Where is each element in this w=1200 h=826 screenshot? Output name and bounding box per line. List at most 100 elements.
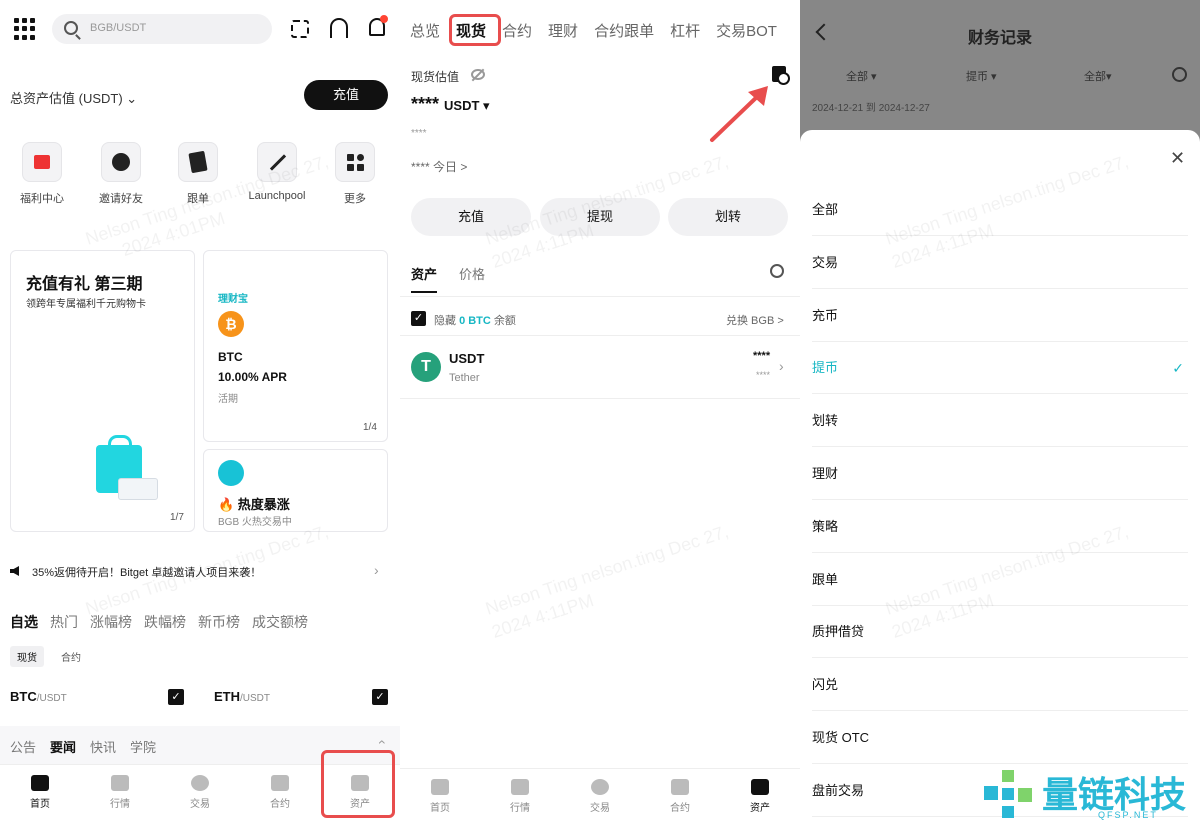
home-icon: [431, 779, 449, 795]
more-icon: [335, 142, 375, 182]
filter-type[interactable]: 全部 ▾: [846, 68, 877, 84]
tab-volume[interactable]: 成交额榜: [252, 612, 308, 632]
financial-records-icon[interactable]: [772, 66, 790, 85]
chevron-right-icon[interactable]: ›: [779, 358, 784, 374]
tab-futures[interactable]: 合约: [502, 20, 532, 41]
filter-option[interactable]: 理财: [812, 448, 1188, 500]
nav-market[interactable]: 行情: [480, 769, 560, 826]
checkbox-btc[interactable]: ✓: [168, 689, 184, 705]
futures-icon: [271, 775, 289, 791]
tab-flash[interactable]: 快讯: [90, 737, 116, 756]
promo-page-indicator: 1/7: [170, 512, 184, 523]
watermark: Nelson Ting nelson.ting Dec 27,: [482, 521, 731, 619]
filter-option[interactable]: 现货 OTC: [812, 712, 1188, 764]
chevron-right-icon[interactable]: ›: [374, 562, 379, 578]
filter-currency[interactable]: 提币 ▾: [966, 68, 997, 84]
subtab-spot[interactable]: 现货: [10, 646, 44, 667]
shortcut-more[interactable]: 更多: [323, 142, 387, 206]
shortcut-invite[interactable]: 邀请好友: [89, 142, 153, 206]
tab-academy[interactable]: 学院: [130, 737, 156, 756]
filter-option[interactable]: 提币 ✓: [812, 342, 1188, 395]
close-icon[interactable]: ✕: [1170, 148, 1185, 169]
promo-subtitle: 领跨年专属福利千元购物卡: [26, 299, 146, 310]
tab-bot[interactable]: 交易BOT: [716, 20, 777, 41]
hide-zero-balance-label: 隐藏 0 BTC 余额: [434, 312, 516, 328]
tab-assets[interactable]: 资产: [411, 264, 437, 283]
tab-losers[interactable]: 跌幅榜: [144, 612, 186, 632]
checkbox-eth[interactable]: ✓: [372, 689, 388, 705]
search-input[interactable]: BGB/USDT: [52, 14, 272, 44]
futures-icon: [671, 779, 689, 795]
shortcut-label: 福利中心: [20, 193, 64, 205]
apps-grid-icon[interactable]: [14, 18, 36, 40]
hide-balance-eye-icon[interactable]: [471, 69, 485, 80]
pair-eth[interactable]: ETH/USDT: [214, 689, 270, 704]
spot-valuation-value[interactable]: **** USDT ▾: [411, 94, 490, 115]
gift-icon: [22, 142, 62, 182]
earn-card[interactable]: [203, 250, 388, 442]
clock-icon[interactable]: [1172, 67, 1187, 82]
shortcut-welfare[interactable]: 福利中心: [10, 142, 74, 206]
chart-bars-icon: [111, 775, 129, 791]
tab-earn[interactable]: 理财: [548, 20, 578, 41]
filter-option[interactable]: 充币: [812, 290, 1188, 342]
filter-option[interactable]: 划转: [812, 395, 1188, 448]
deposit-button[interactable]: 充值: [304, 80, 388, 110]
filter-option[interactable]: 交易: [812, 237, 1188, 289]
date-range: 2024-12-21 到 2024-12-27: [812, 103, 930, 114]
filter-option[interactable]: 闪兑: [812, 659, 1188, 712]
tab-price[interactable]: 价格: [459, 264, 485, 283]
tab-announcements[interactable]: 公告: [10, 737, 36, 756]
trade-icon: [591, 779, 609, 795]
nav-trade[interactable]: 交易: [160, 765, 240, 824]
tab-copy-trading[interactable]: 合约跟单: [594, 20, 654, 41]
divider: [400, 335, 800, 336]
tab-margin[interactable]: 杠杆: [670, 20, 700, 41]
nav-assets[interactable]: 资产: [720, 769, 800, 826]
tab-favorites[interactable]: 自选: [10, 612, 38, 632]
nav-trade[interactable]: 交易: [560, 769, 640, 826]
tab-new-coins[interactable]: 新币榜: [198, 612, 240, 632]
hot-subtitle: BGB 火热交易中: [218, 517, 292, 528]
scan-icon[interactable]: [291, 20, 309, 38]
subtab-futures[interactable]: 合约: [54, 646, 88, 667]
filter-option[interactable]: 策略: [812, 501, 1188, 553]
search-icon[interactable]: [770, 264, 784, 278]
pair-base: BTC: [10, 689, 37, 704]
active-tab-underline: [411, 291, 437, 293]
filter-option-label: 充币: [812, 307, 839, 323]
divider: [400, 398, 800, 399]
copy-trade-icon: [178, 142, 218, 182]
earn-apr: 10.00% APR: [218, 370, 287, 384]
collapse-chevron-icon[interactable]: ›: [372, 740, 388, 745]
pair-quote: /USDT: [240, 693, 270, 704]
tab-overview[interactable]: 总览: [410, 20, 440, 41]
nav-market[interactable]: 行情: [80, 765, 160, 824]
gift-card-icon: [118, 478, 158, 500]
total-assets-label[interactable]: 总资产估值 (USDT) ⌄: [10, 88, 137, 107]
nav-home[interactable]: 首页: [400, 769, 480, 826]
filter-option-label: 质押借贷: [812, 624, 865, 640]
convert-bgb-link[interactable]: 兑换 BGB >: [726, 312, 784, 328]
masked-value: ****: [411, 94, 440, 114]
wallet-icon: [751, 779, 769, 795]
tab-news[interactable]: 要闻: [50, 737, 76, 756]
pair-btc[interactable]: BTC/USDT: [10, 689, 67, 704]
filter-option-label: 提币: [812, 360, 839, 376]
coin-symbol[interactable]: USDT: [449, 351, 484, 366]
nav-home[interactable]: 首页: [0, 765, 80, 824]
hide-small-balance-checkbox[interactable]: ✓: [411, 311, 426, 326]
filter-option-label: 交易: [812, 254, 839, 270]
today-pnl[interactable]: **** 今日 >: [411, 158, 467, 175]
support-headset-icon[interactable]: [330, 18, 348, 38]
tab-hot[interactable]: 热门: [50, 612, 78, 632]
nav-futures[interactable]: 合约: [240, 765, 320, 824]
filter-option[interactable]: 质押借贷: [812, 606, 1188, 659]
nav-label: 合约: [270, 799, 290, 810]
transfer-button[interactable]: 划转: [668, 198, 788, 236]
pair-quote: /USDT: [36, 693, 67, 704]
filter-option-label: 策略: [812, 518, 839, 534]
filter-account[interactable]: 全部▾: [1084, 68, 1112, 84]
announcement-speaker-icon: [10, 566, 19, 576]
nav-futures[interactable]: 合约: [640, 769, 720, 826]
